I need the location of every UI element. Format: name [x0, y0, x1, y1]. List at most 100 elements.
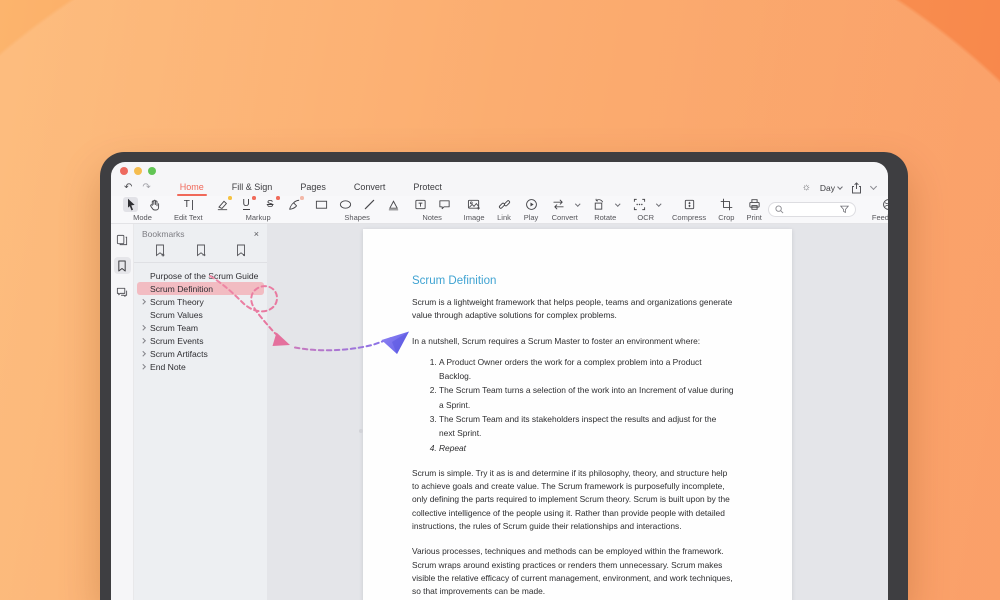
tab-home[interactable]: Home	[166, 179, 218, 196]
minimize-window-button[interactable]	[134, 167, 142, 175]
compress-icon	[683, 198, 696, 211]
comment-icon	[438, 198, 451, 211]
polygon-icon	[387, 198, 400, 211]
ribbon-tabs: Home Fill & Sign Pages Convert Protect	[166, 179, 456, 196]
theme-dropdown[interactable]: Day	[820, 183, 842, 193]
tab-fill-sign[interactable]: Fill & Sign	[218, 179, 287, 196]
chevron-down-icon	[837, 184, 843, 190]
bookmark-label: Scrum Events	[150, 336, 204, 346]
remove-bookmark-button[interactable]	[195, 244, 207, 257]
tool-group-mode: Mode	[117, 196, 168, 223]
doc-list-item: The Scrum Team and its stakeholders insp…	[439, 412, 734, 441]
hand-icon	[148, 198, 161, 211]
highlight-tool[interactable]	[215, 197, 230, 212]
panel-resize-handle[interactable]	[359, 429, 363, 433]
close-icon[interactable]: ×	[254, 230, 259, 239]
bookmark-item[interactable]: Scrum Artifacts	[137, 347, 264, 360]
strikethrough-icon: S	[267, 200, 274, 210]
filter-icon[interactable]	[840, 205, 849, 214]
line-icon	[363, 198, 376, 211]
thumbnails-panel-button[interactable]	[114, 231, 131, 248]
chevron-right-icon[interactable]	[140, 351, 145, 356]
line-tool[interactable]	[362, 197, 377, 212]
doc-list-item: A Product Owner orders the work for a co…	[439, 355, 734, 384]
doc-paragraph: Scrum is simple. Try it as is and determ…	[412, 467, 734, 533]
tool-group-label: Convert	[552, 213, 578, 222]
bookmark-label: End Note	[150, 362, 186, 372]
bookmark-item[interactable]: Scrum Values	[137, 308, 264, 321]
ocr-icon	[633, 198, 646, 211]
rectangle-tool[interactable]	[314, 197, 329, 212]
bookmark-item[interactable]: Scrum Events	[137, 334, 264, 347]
bookmark-item-active[interactable]: Scrum Definition	[137, 282, 264, 295]
bookmark-item[interactable]: Scrum Team	[137, 321, 264, 334]
remove-bookmark-icon	[195, 244, 207, 257]
tool-group-notes: Notes	[407, 196, 458, 223]
tool-group-ocr[interactable]: OCR	[626, 196, 667, 223]
underline-tool[interactable]: U	[239, 197, 254, 212]
undo-icon[interactable]: ↶	[119, 183, 137, 193]
text-note-icon	[414, 198, 427, 211]
doc-paragraph: In a nutshell, Scrum requires a Scrum Ma…	[412, 335, 734, 348]
bookmark-icon	[117, 260, 127, 272]
tool-group-markup: U S Markup	[209, 196, 308, 223]
ellipse-tool[interactable]	[338, 197, 353, 212]
tool-group-label: Edit Text	[174, 213, 203, 222]
bookmark-item[interactable]: Scrum Theory	[137, 295, 264, 308]
add-bookmark-button[interactable]	[154, 244, 166, 257]
pen-tool[interactable]	[287, 197, 302, 212]
tab-protect[interactable]: Protect	[399, 179, 456, 196]
window-view-controls: ☼ Day	[802, 182, 880, 194]
tab-convert[interactable]: Convert	[340, 179, 400, 196]
chevron-right-icon[interactable]	[140, 338, 145, 343]
tool-group-print[interactable]: Print	[740, 196, 767, 223]
bookmark-item[interactable]: Purpose of the Scrum Guide	[137, 269, 264, 282]
bookmark-options-button[interactable]	[235, 244, 247, 257]
tool-group-image[interactable]: Image	[458, 196, 491, 223]
doc-list-item: Repeat	[439, 441, 734, 455]
tool-group-compress[interactable]: Compress	[666, 196, 712, 223]
bookmarks-panel-button[interactable]	[114, 257, 131, 274]
tool-group-rotate[interactable]: Rotate	[585, 196, 626, 223]
underline-icon: U	[243, 199, 250, 210]
feedback-button[interactable]: Feedback	[864, 196, 888, 223]
search-icon	[775, 205, 784, 214]
redo-icon[interactable]: ↷	[137, 183, 155, 193]
chevron-down-icon	[575, 201, 580, 206]
title-bar	[111, 162, 888, 179]
doc-paragraph: Various processes, techniques and method…	[412, 545, 734, 598]
convert-icon	[552, 198, 565, 211]
chevron-right-icon[interactable]	[140, 364, 145, 369]
brightness-icon: ☼	[802, 183, 811, 193]
share-icon[interactable]	[851, 182, 862, 194]
strikethrough-tool[interactable]: S	[263, 197, 278, 212]
polygon-tool[interactable]	[386, 197, 401, 212]
tool-group-crop[interactable]: Crop	[712, 196, 740, 223]
close-window-button[interactable]	[120, 167, 128, 175]
search-box[interactable]	[768, 202, 856, 217]
tool-group-play[interactable]: Play	[518, 196, 545, 223]
chevron-right-icon[interactable]	[140, 299, 145, 304]
bookmark-item[interactable]: End Note	[137, 360, 264, 373]
tool-group-convert[interactable]: Convert	[545, 196, 586, 223]
document-viewport[interactable]: Scrum Definition Scrum is a lightweight …	[267, 224, 888, 600]
tab-pages[interactable]: Pages	[286, 179, 340, 196]
tool-group-edit-text[interactable]: T Edit Text	[168, 196, 209, 223]
desktop-background: { "window": { "traffic_lights": ["#ee6a5…	[0, 0, 1000, 600]
hand-tool[interactable]	[147, 197, 162, 212]
bookmark-label: Scrum Definition	[150, 284, 213, 294]
chevron-right-icon[interactable]	[140, 325, 145, 330]
rotate-icon	[592, 198, 605, 211]
zoom-window-button[interactable]	[148, 167, 156, 175]
tool-group-label: Print	[746, 213, 761, 222]
chevron-down-icon	[615, 201, 620, 206]
comment-tool[interactable]	[437, 197, 452, 212]
tool-group-link[interactable]: Link	[491, 196, 518, 223]
search-input[interactable]	[789, 205, 835, 214]
select-cursor-tool[interactable]	[123, 197, 138, 212]
collapse-toolbar-icon[interactable]	[870, 182, 877, 189]
doc-paragraph: Scrum is a lightweight framework that he…	[412, 296, 734, 323]
main-area: Bookmarks ×	[111, 224, 888, 600]
text-note-tool[interactable]	[413, 197, 428, 212]
comments-panel-button[interactable]	[114, 283, 131, 300]
